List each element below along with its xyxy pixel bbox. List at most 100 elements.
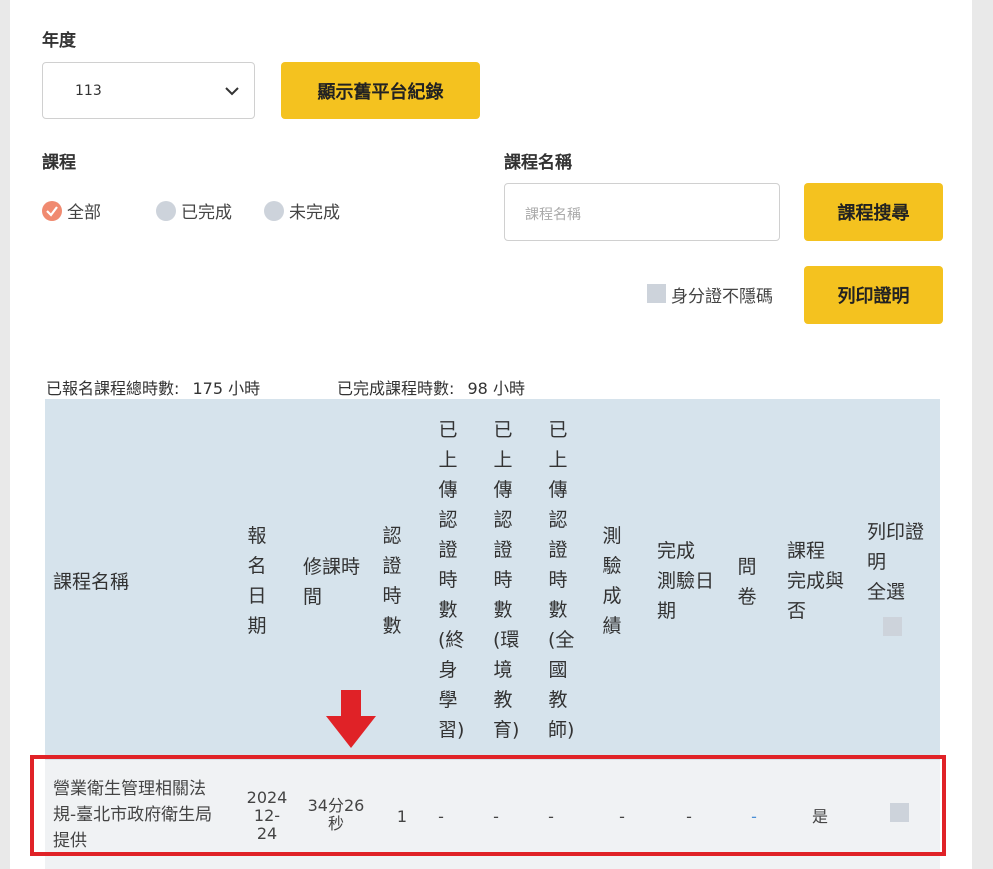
year-select[interactable]: 113 <box>42 62 255 119</box>
th-text: 績 <box>602 615 622 637</box>
th-text: 完成 <box>657 540 696 562</box>
total-hours-label: 已報名課程總時數: <box>46 379 180 398</box>
show-old-records-button[interactable]: 顯示舊平台紀錄 <box>281 62 480 119</box>
th-text: 身 <box>438 659 458 681</box>
id-unmask-label: 身分證不隱碼 <box>671 287 773 307</box>
th-text: 數 <box>548 599 568 621</box>
radio-completed[interactable]: 已完成 <box>156 198 232 223</box>
year-label: 年度 <box>42 31 76 51</box>
th-text: (終 <box>438 629 465 651</box>
radio-all[interactable]: 全部 <box>42 198 101 223</box>
th-text: 證 <box>493 539 513 561</box>
th-text: 傳 <box>548 479 568 501</box>
th-text: 證 <box>438 539 458 561</box>
th-enroll-date: 報 名 日 期 <box>247 521 267 641</box>
th-text: 育) <box>493 719 520 741</box>
table-header: 課程名稱 報 名 日 期 修課時 間 認 證 時 數 已 上 傳 認 證 時 數… <box>45 399 940 760</box>
th-text: 期 <box>247 615 267 637</box>
th-text: 教 <box>548 689 568 711</box>
th-text: 名 <box>247 555 267 577</box>
th-text: 問 <box>737 556 757 578</box>
th-survey: 問 卷 <box>737 552 757 612</box>
th-text: 上 <box>438 449 458 471</box>
th-text: 列印證 <box>867 521 925 543</box>
total-hours-value: 175 小時 <box>192 379 261 398</box>
th-text: 已 <box>493 419 513 441</box>
course-name-placeholder: 課程名稱 <box>525 207 581 223</box>
completed-hours: 已完成課程時數: 98 小時 <box>337 375 525 399</box>
th-completed: 課程 完成與 否 <box>787 536 844 626</box>
th-text: 報 <box>247 525 267 547</box>
course-filter-label: 課程 <box>42 153 76 173</box>
th-text: 習) <box>438 719 465 741</box>
th-text: 否 <box>787 600 807 622</box>
highlight-box <box>30 755 946 856</box>
th-text: 明 <box>867 551 887 573</box>
year-value: 113 <box>75 83 102 99</box>
th-text: 認 <box>548 509 568 531</box>
radio-circle-icon <box>264 200 284 221</box>
th-text: 課程 <box>787 540 826 562</box>
th-text: 時 <box>438 569 458 591</box>
th-text: 證 <box>548 539 568 561</box>
print-certificate-button[interactable]: 列印證明 <box>804 266 943 324</box>
th-text: 完成與 <box>787 570 845 592</box>
th-text: 時 <box>548 569 568 591</box>
th-text: 數 <box>382 615 402 637</box>
th-text: 已 <box>548 419 568 441</box>
course-search-button[interactable]: 課程搜尋 <box>804 183 943 241</box>
th-text: 驗 <box>602 555 622 577</box>
th-text: 數 <box>438 599 458 621</box>
th-text: 教 <box>493 689 513 711</box>
th-text: 期 <box>657 600 677 622</box>
th-course-name: 課程名稱 <box>53 571 130 593</box>
th-text: 已 <box>438 419 458 441</box>
th-text: 認 <box>382 525 402 547</box>
th-print-all: 列印證 明 全選 <box>867 517 924 607</box>
radio-all-label: 全部 <box>67 203 101 223</box>
th-text: 傳 <box>493 479 513 501</box>
check-icon <box>42 200 62 221</box>
radio-completed-label: 已完成 <box>181 203 232 223</box>
th-study-time: 修課時 間 <box>303 552 360 612</box>
select-all-checkbox[interactable] <box>883 617 902 636</box>
th-text: 全選 <box>867 581 906 603</box>
th-text: (環 <box>493 629 520 651</box>
id-unmask-checkbox[interactable] <box>647 284 666 303</box>
th-test-date: 完成 測驗日 期 <box>657 536 714 626</box>
course-name-input[interactable]: 課程名稱 <box>504 183 780 241</box>
th-text: 認 <box>438 509 458 531</box>
th-text: 數 <box>493 599 513 621</box>
th-text: 日 <box>247 585 267 607</box>
th-text: 境 <box>493 659 513 681</box>
completed-hours-label: 已完成課程時數: <box>337 379 455 398</box>
th-text: (全 <box>548 629 575 651</box>
th-text: 卷 <box>737 586 757 608</box>
th-upload-lifelong: 已 上 傳 認 證 時 數 (終 身 學 習) <box>438 415 465 745</box>
th-text: 測 <box>602 525 622 547</box>
th-text: 成 <box>602 585 622 607</box>
arrow-down-icon <box>326 690 376 748</box>
th-upload-teacher: 已 上 傳 認 證 時 數 (全 國 教 師) <box>548 415 575 745</box>
th-text: 認 <box>493 509 513 531</box>
th-test-score: 測 驗 成 績 <box>602 521 622 641</box>
radio-incomplete-label: 未完成 <box>289 203 340 223</box>
th-text: 時 <box>382 585 402 607</box>
chevron-down-icon <box>225 87 239 96</box>
th-text: 修課時 <box>303 556 361 578</box>
course-name-label: 課程名稱 <box>504 153 572 173</box>
completed-hours-value: 98 小時 <box>467 379 525 398</box>
th-text: 上 <box>548 449 568 471</box>
th-text: 測驗日 <box>657 570 715 592</box>
th-text: 師) <box>548 719 575 741</box>
th-cert-hours: 認 證 時 數 <box>382 521 402 641</box>
radio-incomplete[interactable]: 未完成 <box>264 198 340 223</box>
th-upload-env: 已 上 傳 認 證 時 數 (環 境 教 育) <box>493 415 520 745</box>
th-text: 學 <box>438 689 458 711</box>
radio-circle-icon <box>156 200 176 221</box>
total-hours: 已報名課程總時數: 175 小時 <box>46 375 260 399</box>
th-text: 證 <box>382 555 402 577</box>
th-text: 時 <box>493 569 513 591</box>
th-text: 上 <box>493 449 513 471</box>
th-text: 間 <box>303 586 323 608</box>
